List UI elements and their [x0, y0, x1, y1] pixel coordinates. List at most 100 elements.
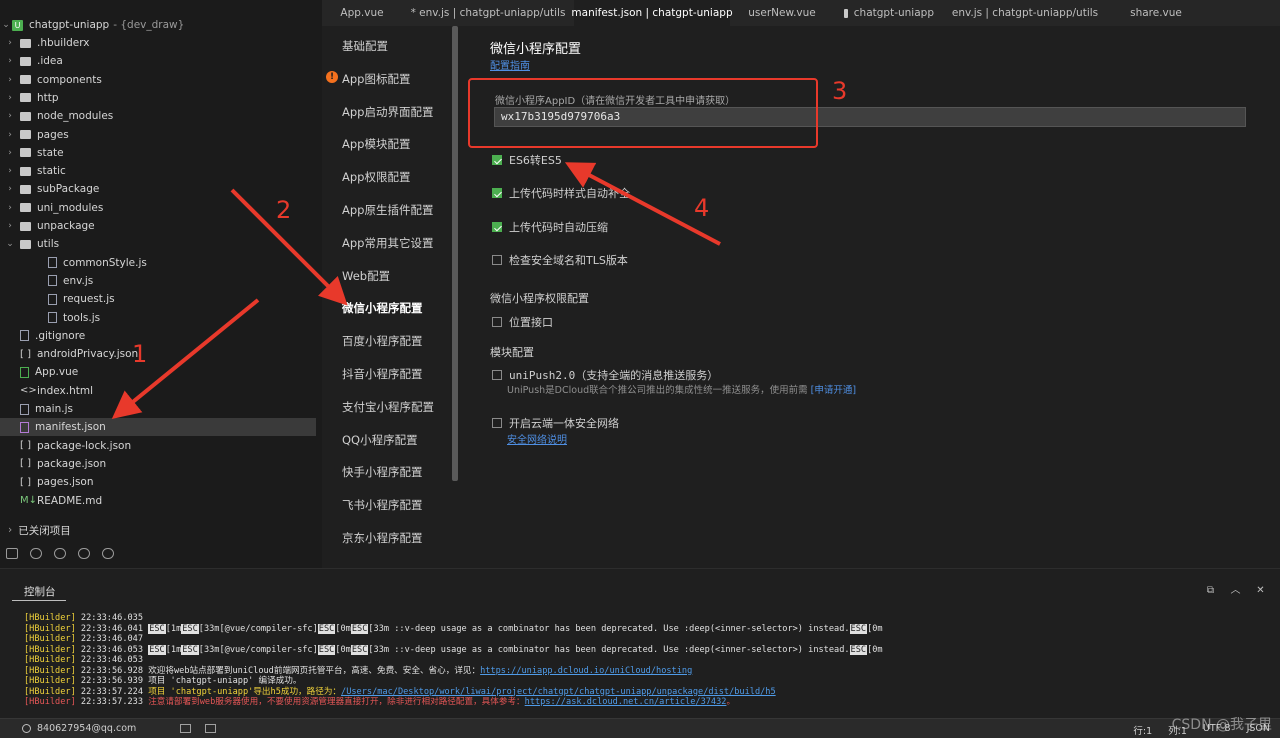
manifest-nav-item[interactable]: 飞书小程序配置	[342, 497, 423, 513]
chevron-down-icon[interactable]: ⌄	[4, 239, 16, 249]
manifest-nav-item[interactable]: 京东小程序配置	[342, 530, 423, 546]
checkbox-check-domain-tls[interactable]: 检查安全域名和TLS版本	[492, 252, 628, 268]
manifest-nav-item[interactable]: 快手小程序配置	[342, 464, 423, 480]
chevron-right-icon[interactable]: ›	[4, 130, 16, 140]
chevron-right-icon[interactable]: ›	[4, 111, 16, 121]
manifest-nav-item[interactable]: 百度小程序配置	[342, 333, 423, 349]
editor-tab[interactable]: share.vue	[1106, 0, 1206, 26]
close-icon[interactable]: ✕	[1255, 585, 1266, 596]
tree-item[interactable]: › http	[0, 89, 316, 107]
manifest-nav-item[interactable]: App模块配置	[342, 136, 410, 152]
checkbox-box[interactable]	[492, 370, 502, 380]
console-tab[interactable]: 控制台	[24, 584, 56, 599]
export-icon[interactable]: ⧉	[1205, 585, 1216, 596]
chevron-up-icon[interactable]: ︿	[1230, 585, 1241, 596]
checkbox-es6-to-es5[interactable]: ES6转ES5	[492, 152, 562, 168]
chevron-right-icon[interactable]: ›	[4, 148, 16, 158]
tree-item[interactable]: › unpackage	[0, 217, 316, 235]
tree-item[interactable]: main.js	[0, 400, 316, 418]
tree-item[interactable]: › uni_modules	[0, 199, 316, 217]
checkbox-minify-upload[interactable]: 上传代码时自动压缩	[492, 219, 608, 235]
checkbox-autoprefix-styles[interactable]: 上传代码时样式自动补全	[492, 185, 630, 201]
nav-scrollbar[interactable]	[452, 26, 458, 481]
manifest-nav-item[interactable]: 基础配置	[342, 38, 388, 54]
manifest-nav-item[interactable]: 支付宝小程序配置	[342, 399, 434, 415]
checkbox-location-api[interactable]: 位置接口	[492, 314, 553, 330]
chevron-right-icon[interactable]: ›	[4, 203, 16, 213]
log-link[interactable]: /Users/mac/Desktop/work/liwai/project/ch…	[341, 687, 776, 697]
tree-item[interactable]: [ ] pages.json	[0, 473, 316, 491]
tree-item[interactable]: › state	[0, 144, 316, 162]
manifest-nav-item[interactable]: App权限配置	[342, 169, 410, 185]
manifest-nav-item[interactable]: 抖音小程序配置	[342, 366, 423, 382]
account[interactable]: 840627954@qq.com	[22, 723, 136, 734]
editor-tab[interactable]: App.vue	[322, 0, 402, 26]
tree-item[interactable]: › static	[0, 162, 316, 180]
manifest-nav-item[interactable]: App启动界面配置	[342, 104, 433, 120]
chevron-right-icon[interactable]: ›	[4, 56, 16, 66]
security-network-link[interactable]: 安全网络说明	[507, 431, 567, 446]
tree-item[interactable]: request.js	[0, 290, 316, 308]
folder-icon[interactable]	[6, 547, 18, 559]
terminal-icon[interactable]	[205, 724, 216, 733]
tree-item[interactable]: › .hbuilderx	[0, 34, 316, 52]
bug-icon[interactable]	[54, 547, 66, 559]
closed-projects-section[interactable]: › 已关闭项目	[0, 521, 316, 539]
chevron-right-icon[interactable]: ›	[8, 524, 12, 536]
editor-tab[interactable]: userNew.vue	[730, 0, 834, 26]
chevron-right-icon[interactable]: ›	[4, 75, 16, 85]
tree-item[interactable]: › node_modules	[0, 107, 316, 125]
manifest-nav-item[interactable]: 微信小程序配置	[342, 300, 423, 316]
manifest-nav-item[interactable]: App常用其它设置	[342, 235, 433, 251]
tree-item[interactable]: tools.js	[0, 309, 316, 327]
manifest-nav-item[interactable]: Web配置	[342, 268, 390, 284]
log-link[interactable]: https://ask.dcloud.net.cn/article/37432	[525, 697, 727, 707]
tree-item[interactable]: › components	[0, 71, 316, 89]
log-link[interactable]: https://uniapp.dcloud.io/uniCloud/hostin…	[480, 666, 692, 676]
tree-item[interactable]: › pages	[0, 126, 316, 144]
editor-tab[interactable]: manifest.json | chatgpt-uniapp	[571, 0, 733, 26]
editor-tab[interactable]: * env.js | chatgpt-uniapp/utils	[402, 0, 574, 26]
binoculars-icon[interactable]	[30, 547, 42, 559]
config-guide-link[interactable]: 配置指南	[490, 57, 530, 72]
cursor-line[interactable]: 行:1	[1133, 723, 1152, 737]
chevron-right-icon[interactable]: ›	[4, 184, 16, 194]
chevron-right-icon[interactable]: ›	[4, 166, 16, 176]
refresh-icon[interactable]	[78, 547, 90, 559]
cloud-icon[interactable]	[102, 547, 114, 559]
tree-item[interactable]: commonStyle.js	[0, 254, 316, 272]
tree-item[interactable]: M↓ README.md	[0, 492, 316, 510]
manifest-nav-item[interactable]: App图标配置	[342, 71, 410, 87]
checkbox-box[interactable]	[492, 418, 502, 428]
checkbox-box[interactable]	[492, 155, 502, 165]
tree-item[interactable]: [ ] androidPrivacy.json	[0, 345, 316, 363]
checkbox-box[interactable]	[492, 222, 502, 232]
chevron-right-icon[interactable]: ›	[4, 221, 16, 231]
tree-item[interactable]: manifest.json	[0, 418, 316, 437]
tree-item[interactable]: › subPackage	[0, 180, 316, 198]
tree-item[interactable]: [ ] package-lock.json	[0, 437, 316, 455]
editor-tab[interactable]: env.js | chatgpt-uniapp/utils	[944, 0, 1106, 26]
tree-item[interactable]: App.vue	[0, 363, 316, 381]
tree-item[interactable]: <> index.html	[0, 382, 316, 400]
tree-item[interactable]: [ ] package.json	[0, 455, 316, 473]
manifest-nav-item[interactable]: App原生插件配置	[342, 202, 433, 218]
chevron-right-icon[interactable]: ›	[4, 93, 16, 103]
tree-item[interactable]: ⌄ utils	[0, 235, 316, 253]
chevron-right-icon[interactable]: ›	[4, 38, 16, 48]
editor-tab[interactable]: chatgpt-uniapp	[834, 0, 944, 26]
checkbox-box[interactable]	[492, 188, 502, 198]
checkbox-cloud-security[interactable]: 开启云端一体安全网络	[492, 415, 619, 431]
project-root[interactable]: ⌄ U chatgpt-uniapp - {dev_draw}	[0, 16, 316, 34]
checkbox-unipush[interactable]: uniPush2.0（支持全端的消息推送服务）	[492, 367, 718, 383]
checkbox-box[interactable]	[492, 317, 502, 327]
checkbox-box[interactable]	[492, 255, 502, 265]
apply-link[interactable]: [申请开通]	[811, 385, 856, 396]
chevron-down-icon[interactable]: ⌄	[0, 20, 12, 30]
log-timestamp: 22:33:46.053	[75, 655, 144, 665]
tree-item[interactable]: › .idea	[0, 52, 316, 70]
manifest-nav-item[interactable]: QQ小程序配置	[342, 432, 418, 448]
tree-item[interactable]: env.js	[0, 272, 316, 290]
tree-item[interactable]: .gitignore	[0, 327, 316, 345]
mail-icon[interactable]	[180, 724, 191, 733]
